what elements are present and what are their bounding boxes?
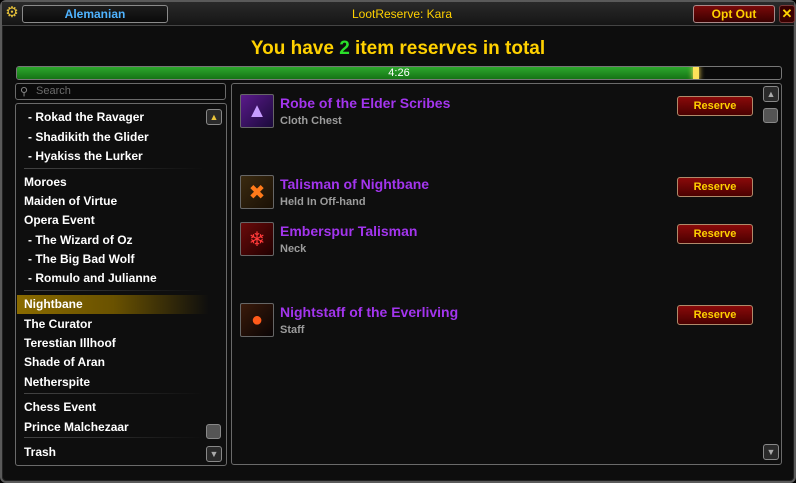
window-title: LootReserve: Kara xyxy=(351,7,453,21)
timer-progress-bar: 4:26 xyxy=(16,66,782,80)
robe-icon[interactable]: ▲ xyxy=(240,94,274,128)
headline-prefix: You have xyxy=(250,38,340,59)
boss-list-item[interactable]: Nightbane xyxy=(17,295,209,314)
boss-list-item[interactable]: Prince Malchezaar xyxy=(24,418,204,437)
amulet-icon[interactable]: ❄ xyxy=(240,222,274,256)
item-list-panel xyxy=(231,83,782,465)
boss-list-item[interactable]: Shade of Aran xyxy=(24,353,204,372)
boss-list-item[interactable]: The Curator xyxy=(24,315,204,334)
reserve-button[interactable]: Reserve xyxy=(677,177,753,197)
reserve-button[interactable]: Reserve xyxy=(677,305,753,325)
item-slot: Staff xyxy=(280,324,305,336)
reserve-count: 2 xyxy=(339,38,350,59)
item-list-scroll-down-icon[interactable]: ▼ xyxy=(763,444,779,460)
boss-list-item[interactable]: Moroes xyxy=(24,173,204,192)
boss-list-item[interactable]: - Romulo and Julianne xyxy=(28,269,208,288)
boss-list-item[interactable]: - The Big Bad Wolf xyxy=(28,250,208,269)
reserves-headline: You have 2 item reserves in total xyxy=(0,38,796,64)
headline-suffix: item reserves in total xyxy=(349,38,546,59)
staff-icon[interactable]: ● xyxy=(240,303,274,337)
item-name[interactable]: Talisman of Nightbane xyxy=(280,175,429,193)
search-input[interactable]: ⚲ Search xyxy=(15,83,226,100)
boss-list-item[interactable]: Maiden of Virtue xyxy=(24,192,204,211)
boss-list-scroll-thumb[interactable] xyxy=(206,424,221,439)
opt-out-button[interactable]: Opt Out xyxy=(693,5,775,23)
character-button[interactable]: Alemanian xyxy=(22,5,168,23)
item-name[interactable]: Nightstaff of the Everliving xyxy=(280,303,458,321)
talisman-icon[interactable]: ✖ xyxy=(240,175,274,209)
close-icon[interactable]: ✕ xyxy=(779,5,795,23)
boss-list-item[interactable]: Opera Event xyxy=(24,211,204,230)
item-list-scroll-thumb[interactable] xyxy=(763,108,778,123)
item-slot: Held In Off-hand xyxy=(280,196,366,208)
loot-item-row: ✖ Talisman of Nightbane Held In Off-hand Re… xyxy=(240,175,770,211)
boss-list-item[interactable]: Trash xyxy=(24,443,204,462)
boss-list-item[interactable]: - Shadikith the Glider xyxy=(28,128,208,147)
search-icon: ⚲ xyxy=(20,86,29,98)
boss-list-item[interactable]: - Hyakiss the Lurker xyxy=(28,147,208,166)
item-slot: Cloth Chest xyxy=(280,115,342,127)
boss-list-separator xyxy=(24,168,204,169)
item-name[interactable]: Emberspur Talisman xyxy=(280,222,417,240)
boss-list-item[interactable]: - Rokad the Ravager xyxy=(28,108,208,127)
reserve-button[interactable]: Reserve xyxy=(677,96,753,116)
boss-list-scroll-down-icon[interactable]: ▼ xyxy=(206,446,222,462)
item-name[interactable]: Robe of the Elder Scribes xyxy=(280,94,450,112)
loot-item-row: ❄ Emberspur Talisman Neck Reserve xyxy=(240,222,770,258)
gear-icon[interactable]: ⚙ xyxy=(4,5,20,21)
boss-list-separator xyxy=(24,393,204,394)
item-slot: Neck xyxy=(280,243,307,255)
timer-text: 4:26 xyxy=(388,67,410,79)
loot-item-row: ▲ Robe of the Elder Scribes Cloth Chest Res… xyxy=(240,94,770,130)
boss-list-scroll-up-icon[interactable]: ▲ xyxy=(206,109,222,125)
reserve-button[interactable]: Reserve xyxy=(677,224,753,244)
boss-list-item[interactable]: Netherspite xyxy=(24,373,204,392)
boss-list-item[interactable]: - The Wizard of Oz xyxy=(28,231,208,250)
search-placeholder: Search xyxy=(36,85,71,97)
loot-item-row: ● Nightstaff of the Everliving Staff Reserv… xyxy=(240,303,770,339)
boss-list-separator xyxy=(24,437,204,438)
title-bar[interactable]: ⚙ Alemanian LootReserve: Kara Opt Out ✕ xyxy=(2,2,795,26)
boss-list-item[interactable]: Terestian Illhoof xyxy=(24,334,204,353)
boss-list-item[interactable]: Chess Event xyxy=(24,398,204,417)
item-list-scroll-up-icon[interactable]: ▲ xyxy=(763,86,779,102)
boss-list-separator xyxy=(24,290,204,291)
